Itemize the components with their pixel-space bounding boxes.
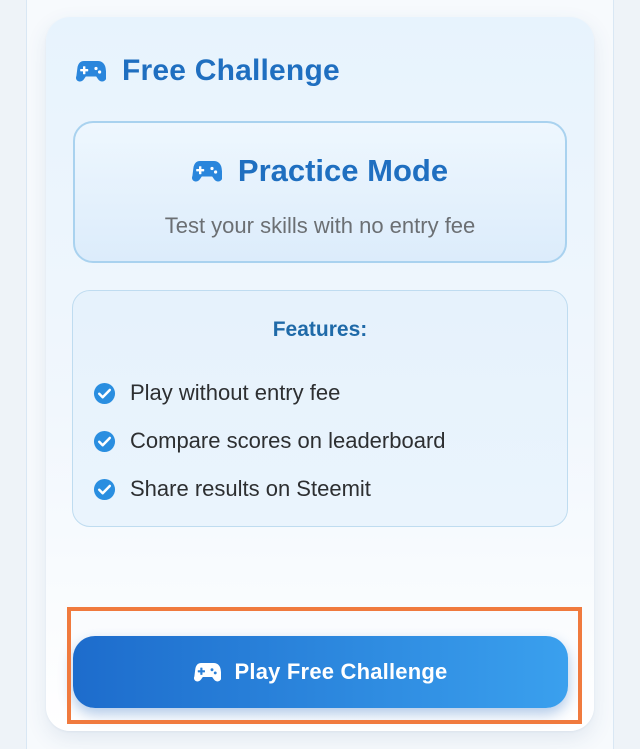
practice-mode-subtitle: Test your skills with no entry fee [164,213,476,238]
feature-label: Play without entry fee [130,380,341,405]
free-challenge-card: Free Challenge Practice Mode Test your s… [46,17,594,731]
check-circle-icon [93,430,116,452]
gamepad-icon [76,61,106,82]
list-item: Share results on Steemit [93,465,446,513]
practice-mode-title: Practice Mode [237,153,449,188]
check-circle-icon [93,382,116,404]
practice-mode-title-row: Practice Mode [75,153,565,189]
feature-label: Share results on Steemit [130,476,371,501]
list-item: Play without entry fee [93,369,446,417]
check-circle-icon [93,478,116,500]
feature-label: Compare scores on leaderboard [130,428,446,453]
play-button-label: Play Free Challenge [234,659,448,684]
play-free-challenge-button[interactable]: Play Free Challenge [73,636,568,708]
gamepad-icon [191,161,222,182]
page: Free Challenge Practice Mode Test your s… [0,0,640,749]
card-title: Free Challenge [122,54,340,87]
feature-list: Play without entry fee Compare scores on… [93,369,446,513]
features-box: Features: Play without entry fee Compare… [72,290,568,527]
card-header: Free Challenge [76,53,340,89]
features-title: Features: [272,318,368,341]
gamepad-icon [193,663,221,682]
list-item: Compare scores on leaderboard [93,417,446,465]
practice-mode-box: Practice Mode Test your skills with no e… [73,121,567,263]
